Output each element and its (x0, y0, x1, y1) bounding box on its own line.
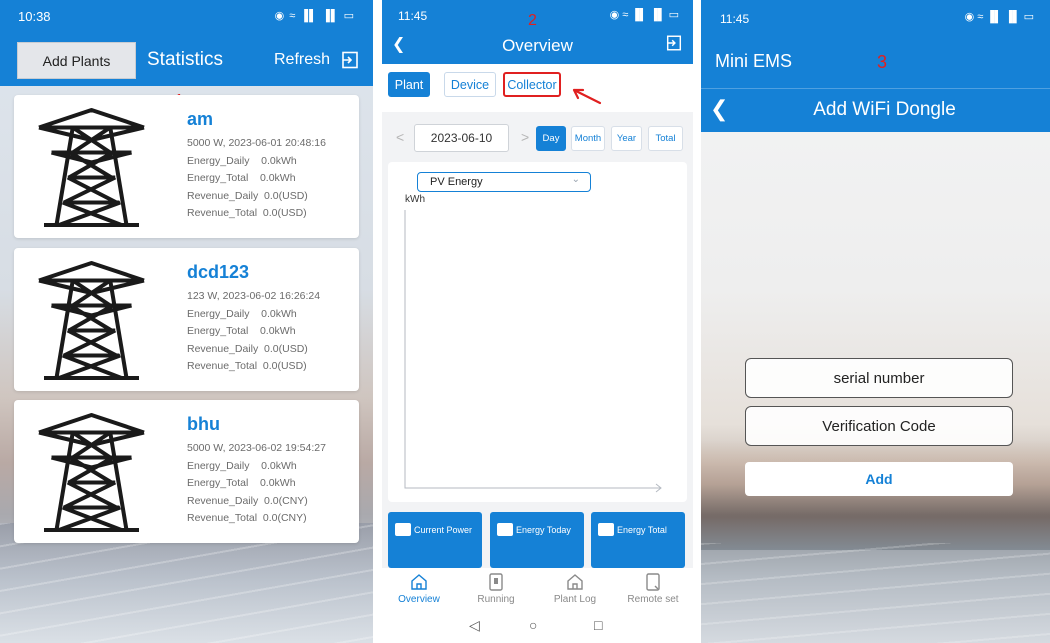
nav-label: Plant Log (553, 594, 597, 605)
energy-type-select[interactable]: PV Energy ⌄ (417, 172, 591, 192)
nav-overview[interactable]: Overview (384, 572, 454, 605)
energy-daily: Energy_Daily 0.0kWh (187, 307, 297, 320)
plant-summary: 5000 W, 2023-06-01 20:48:16 (187, 137, 326, 149)
transmission-tower-icon (38, 261, 145, 380)
remote-icon (646, 573, 660, 591)
add-wifi-dongle-screen: 11:45 ◉ ≈ ▐▌ ▐▌ ▭ Mini EMS ❮ Add WiFi Do… (701, 0, 1050, 643)
energy-total: Energy_Total 0.0kWh (187, 477, 296, 489)
logout-icon[interactable] (340, 50, 360, 70)
status-time: 11:45 (398, 9, 428, 23)
serial-number-input[interactable]: serial number (745, 358, 1013, 398)
next-date-icon[interactable]: > (521, 129, 529, 145)
lightning-icon (497, 523, 513, 536)
energy-total: Energy_Total 0.0kWh (187, 325, 296, 337)
status-icons: ◉ ≈ ▐▌ ▐▌ ▭ (274, 10, 355, 22)
overview-screen: 11:45 ◉ ≈ ▐▌ ▐▌ ▭ ❮ Overview 2 Plant Dev… (382, 0, 693, 643)
revenue-total: Revenue_Total 0.0(CNY) (187, 512, 307, 524)
status-bar: 10:38 ◉ ≈ ▐▌ ▐▌ ▭ (0, 0, 373, 32)
plant-card[interactable]: bhu 5000 W, 2023-06-02 19:54:27 Energy_D… (14, 400, 359, 543)
period-year[interactable]: Year (611, 126, 642, 151)
add-plants-button[interactable]: Add Plants (17, 42, 136, 79)
revenue-total: Revenue_Total 0.0(USD) (187, 360, 307, 372)
plant-name: am (187, 109, 214, 129)
logout-icon[interactable] (665, 34, 683, 52)
nav-remote-set[interactable]: Remote set (618, 572, 688, 605)
revenue-daily: Revenue_Daily 0.0(CNY) (187, 494, 308, 507)
transmission-tower-icon (38, 108, 145, 227)
header-divider (701, 88, 1050, 89)
page-title: Add WiFi Dongle (813, 99, 956, 120)
current-power-card[interactable]: Current Power (388, 512, 482, 568)
plant-card[interactable]: dcd123 123 W, 2023-06-02 16:26:24 Energy… (14, 248, 359, 391)
recents-square-icon[interactable]: □ (594, 617, 602, 633)
nav-label: Remote set (627, 594, 679, 605)
plant-summary: 5000 W, 2023-06-02 19:54:27 (187, 442, 326, 454)
energy-today-card[interactable]: Energy Today (490, 512, 584, 568)
energy-daily: Energy_Daily 0.0kWh (187, 154, 297, 167)
plant-card[interactable]: am 5000 W, 2023-06-01 20:48:16 Energy_Da… (14, 95, 359, 238)
header-bar: 11:45 ◉ ≈ ▐▌ ▐▌ ▭ Mini EMS ❮ Add WiFi Do… (701, 0, 1050, 132)
nav-label: Overview (398, 594, 440, 605)
page-title: Overview (502, 36, 573, 55)
annotation-arrow-icon (572, 88, 602, 105)
nav-running[interactable]: Running (461, 572, 531, 605)
revenue-daily: Revenue_Daily 0.0(USD) (187, 189, 308, 202)
prev-date-icon[interactable]: < (396, 129, 404, 145)
transmission-tower-icon (38, 413, 145, 532)
system-navigation: ◁ ○ □ (382, 612, 693, 643)
date-selector: < 2023-06-10 > Day Month Year Total (388, 124, 687, 154)
header-bar: 11:45 ◉ ≈ ▐▌ ▐▌ ▭ ❮ Overview (382, 0, 693, 64)
tab-device[interactable]: Device (444, 72, 496, 97)
home-icon (567, 574, 583, 590)
status-time: 10:38 (18, 9, 51, 24)
app-name: Mini EMS (715, 51, 793, 71)
annotation-marker: 3 (877, 52, 888, 72)
verification-code-input[interactable]: Verification Code (745, 406, 1013, 446)
energy-icon (598, 523, 614, 536)
card-label: Current Power (414, 525, 473, 535)
plant-name: bhu (187, 414, 220, 434)
status-icons: ◉ ≈ ▐▌ ▐▌ ▭ (964, 11, 1034, 23)
energy-type-value: PV Energy (430, 176, 483, 188)
back-triangle-icon[interactable]: ◁ (469, 617, 480, 634)
period-month[interactable]: Month (571, 126, 605, 151)
energy-total-card[interactable]: Energy Total (591, 512, 685, 568)
period-total[interactable]: Total (648, 126, 683, 151)
nav-label: Running (477, 594, 515, 605)
status-icons: ◉ ≈ ▐▌ ▐▌ ▭ (609, 9, 679, 21)
tab-collector[interactable]: Collector (503, 72, 561, 97)
header-bar: 10:38 ◉ ≈ ▐▌ ▐▌ ▭ Add Plants Statistics … (0, 0, 373, 86)
period-day[interactable]: Day (536, 126, 566, 151)
energy-daily: Energy_Daily 0.0kWh (187, 459, 297, 472)
plant-summary: 123 W, 2023-06-02 16:26:24 (187, 290, 321, 302)
y-axis-unit: kWh (405, 194, 425, 205)
refresh-button[interactable]: Refresh (274, 51, 330, 69)
add-button[interactable]: Add (745, 462, 1013, 496)
home-icon (411, 574, 427, 590)
statistics-screen: 10:38 ◉ ≈ ▐▌ ▐▌ ▭ Add Plants Statistics … (0, 0, 373, 643)
chart-axes (404, 210, 662, 493)
revenue-daily: Revenue_Daily 0.0(USD) (187, 342, 308, 355)
plant-name: dcd123 (187, 262, 250, 282)
annotation-marker: 2 (528, 12, 537, 29)
plant-details: 5000 W, 2023-06-01 20:48:16 Energy_Daily… (187, 135, 326, 223)
device-icon (489, 573, 503, 591)
chevron-down-icon: ⌄ (571, 174, 580, 185)
plant-details: 5000 W, 2023-06-02 19:54:27 Energy_Daily… (187, 440, 326, 528)
page-title: Statistics (147, 49, 224, 70)
nav-plant-log[interactable]: Plant Log (540, 572, 610, 605)
status-time: 11:45 (720, 12, 750, 26)
tab-plant[interactable]: Plant (388, 72, 430, 97)
bottom-navigation: Overview Running Plant Log Remote set (382, 568, 693, 612)
power-wave-icon (395, 523, 411, 536)
energy-chart: PV Energy ⌄ kWh (388, 162, 687, 502)
revenue-total: Revenue_Total 0.0(USD) (187, 207, 307, 219)
card-label: Energy Today (516, 525, 571, 535)
date-picker[interactable]: 2023-06-10 (414, 124, 509, 152)
energy-total: Energy_Total 0.0kWh (187, 172, 296, 184)
plant-details: 123 W, 2023-06-02 16:26:24 Energy_Daily … (187, 288, 320, 376)
card-label: Energy Total (617, 525, 667, 535)
home-circle-icon[interactable]: ○ (529, 617, 537, 633)
